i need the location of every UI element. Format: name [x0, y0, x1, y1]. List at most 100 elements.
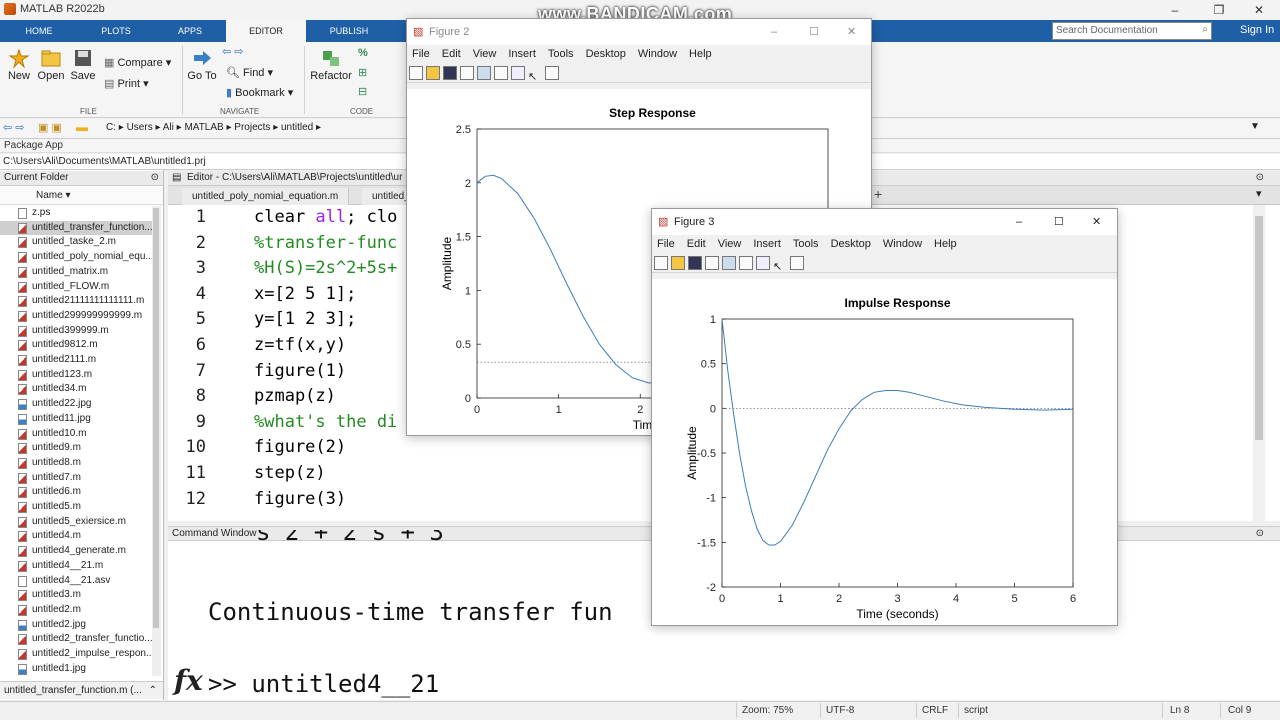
command-menu-icon[interactable]: ⊙ [1256, 527, 1264, 540]
file-list-item[interactable]: untitled2111.m [0, 353, 152, 368]
code-line[interactable]: step(z) [254, 463, 326, 483]
save-figure-icon[interactable] [443, 66, 457, 80]
tab-publish[interactable]: PUBLISH [306, 20, 392, 42]
back-forward-icon[interactable]: ⇦ ⇨ [3, 121, 25, 134]
folder-scrollbar-thumb[interactable] [153, 208, 159, 628]
file-list-item[interactable]: untitled2.jpg [0, 618, 152, 633]
tab-home[interactable]: HOME [0, 20, 78, 42]
file-list-item[interactable]: untitled_transfer_function... [0, 220, 152, 236]
insert-colorbar-icon[interactable] [494, 66, 508, 80]
maximize-icon[interactable]: ❐ [1204, 0, 1234, 20]
panel-menu-icon[interactable]: ⊙ [151, 171, 159, 185]
link-plot-icon[interactable] [477, 66, 491, 80]
file-list-item[interactable]: untitled5.m [0, 500, 152, 515]
maximize-icon[interactable]: ☐ [809, 19, 819, 45]
new-figure-icon[interactable] [409, 66, 423, 80]
minimize-icon[interactable]: – [771, 19, 777, 45]
code-line[interactable]: z=tf(x,y) [254, 335, 346, 355]
minimize-icon[interactable]: – [1016, 209, 1022, 235]
breadcrumb-item[interactable]: Users [127, 122, 153, 133]
file-list-item[interactable]: untitled21111111111111.m [0, 294, 152, 309]
maximize-icon[interactable]: ☐ [1054, 209, 1064, 235]
editor-menu-icon[interactable]: ⊙ [1256, 171, 1264, 185]
insert-legend-icon[interactable] [511, 66, 525, 80]
wrap-icon[interactable]: ⊞ [358, 66, 367, 79]
command-prompt[interactable]: >> untitled4__21 [208, 670, 439, 698]
figure-menu-item[interactable]: Tools [793, 238, 819, 250]
print-figure-icon[interactable] [460, 66, 474, 80]
file-list-item[interactable]: untitled8.m [0, 456, 152, 471]
breadcrumb-item[interactable]: Projects [234, 122, 270, 133]
file-list-item[interactable]: untitled_poly_nomial_equ... [0, 250, 152, 265]
new-button[interactable]: New [4, 48, 34, 82]
file-list-item[interactable]: untitled11.jpg [0, 412, 152, 427]
open-file-icon[interactable] [671, 256, 685, 270]
figure-menu-item[interactable]: View [473, 48, 497, 60]
indent-icon[interactable]: ⊟ [358, 85, 367, 98]
figure-menu-item[interactable]: File [412, 48, 430, 60]
tab-list-icon[interactable]: ▾ [1256, 187, 1262, 200]
file-list-item[interactable]: untitled4_generate.m [0, 544, 152, 559]
search-documentation-input[interactable]: Search Documentation ⌕ [1052, 22, 1212, 40]
insert-colorbar-icon[interactable] [739, 256, 753, 270]
code-line[interactable]: figure(2) [254, 437, 346, 457]
save-figure-icon[interactable] [688, 256, 702, 270]
file-list-item[interactable]: untitled7.m [0, 471, 152, 486]
file-list-item[interactable]: untitled2.m [0, 603, 152, 618]
file-list-item[interactable]: untitled3.m [0, 588, 152, 603]
figure-menu-item[interactable]: Help [934, 238, 957, 250]
file-list-item[interactable]: untitled6.m [0, 485, 152, 500]
file-list-item[interactable]: untitled10.m [0, 427, 152, 442]
code-comment[interactable]: %what's the di [254, 412, 397, 432]
folder-up-icon[interactable]: ▣ ▣ [38, 121, 62, 134]
file-list-item[interactable]: untitled4__21.m [0, 559, 152, 574]
code-comment[interactable]: %transfer-func [254, 233, 397, 253]
refactor-button[interactable]: Refactor [308, 48, 354, 82]
file-list-item[interactable]: untitled399999.m [0, 324, 152, 339]
file-list-item[interactable]: untitled4.m [0, 529, 152, 544]
save-button[interactable]: Save [68, 48, 98, 82]
figure-menu-item[interactable]: Desktop [586, 48, 626, 60]
go-to-button[interactable]: Go To [186, 48, 218, 82]
close-icon[interactable]: ✕ [847, 19, 856, 45]
breadcrumb-item[interactable]: C: [106, 122, 116, 133]
file-list-item[interactable]: untitled_FLOW.m [0, 280, 152, 295]
file-list-item[interactable]: untitled2_impulse_respon... [0, 647, 152, 662]
tab-apps[interactable]: APPS [154, 20, 226, 42]
code-comment[interactable]: %H(S)=2s^2+5s+ [254, 258, 397, 278]
open-button[interactable]: Open [36, 48, 66, 82]
bookmark-button[interactable]: ▮ Bookmark ▾ [226, 86, 293, 99]
figure-menu-item[interactable]: Window [883, 238, 922, 250]
tab-plots[interactable]: PLOTS [78, 20, 154, 42]
figure-menu-item[interactable]: View [718, 238, 742, 250]
figure-menu-item[interactable]: File [657, 238, 675, 250]
file-list-item[interactable]: untitled9812.m [0, 338, 152, 353]
figure-3-titlebar[interactable]: ▧ Figure 3 – ☐ ✕ [652, 209, 1117, 235]
editor-tab[interactable]: untitled_poly_nomial_equation.m [182, 188, 350, 205]
breadcrumb-item[interactable]: untitled [281, 122, 313, 133]
fx-icon[interactable]: fx [174, 664, 203, 697]
code-line[interactable]: y=[1 2 3]; [254, 309, 356, 329]
close-icon[interactable]: ✕ [1092, 209, 1101, 235]
expand-icon[interactable]: ⌃ [149, 682, 157, 699]
editor-scrollbar-thumb[interactable] [1255, 216, 1263, 440]
file-list-item[interactable]: untitled1.jpg [0, 662, 152, 677]
print-button[interactable]: ▤ Print ▾ [104, 77, 149, 90]
impulse-response-plot[interactable]: Impulse Response 0 1 2 3 4 5 6 -2 -1.5 -1 -0.5 0 0.5 1… [652, 279, 1117, 625]
figure-menu-item[interactable]: Desktop [831, 238, 871, 250]
figure-menu-item[interactable]: Tools [548, 48, 574, 60]
open-file-icon[interactable] [426, 66, 440, 80]
name-column-header[interactable]: Name ▾ [0, 187, 163, 205]
file-list-item[interactable]: untitled5_exiersice.m [0, 515, 152, 530]
compare-button[interactable]: ▦ Compare ▾ [104, 56, 171, 69]
file-list-item[interactable]: untitled22.jpg [0, 397, 152, 412]
file-list-item[interactable]: untitled299999999999.m [0, 309, 152, 324]
new-figure-icon[interactable] [654, 256, 668, 270]
file-list-item[interactable]: untitled_matrix.m [0, 265, 152, 280]
code-line[interactable]: pzmap(z) [254, 386, 336, 406]
breadcrumb-item[interactable]: Ali [163, 122, 174, 133]
code-line[interactable]: figure(3) [254, 489, 346, 509]
pointer-icon[interactable]: ↖ [773, 260, 787, 274]
sign-in-link[interactable]: Sign In [1240, 24, 1274, 36]
add-tab-icon[interactable]: + [874, 186, 882, 202]
